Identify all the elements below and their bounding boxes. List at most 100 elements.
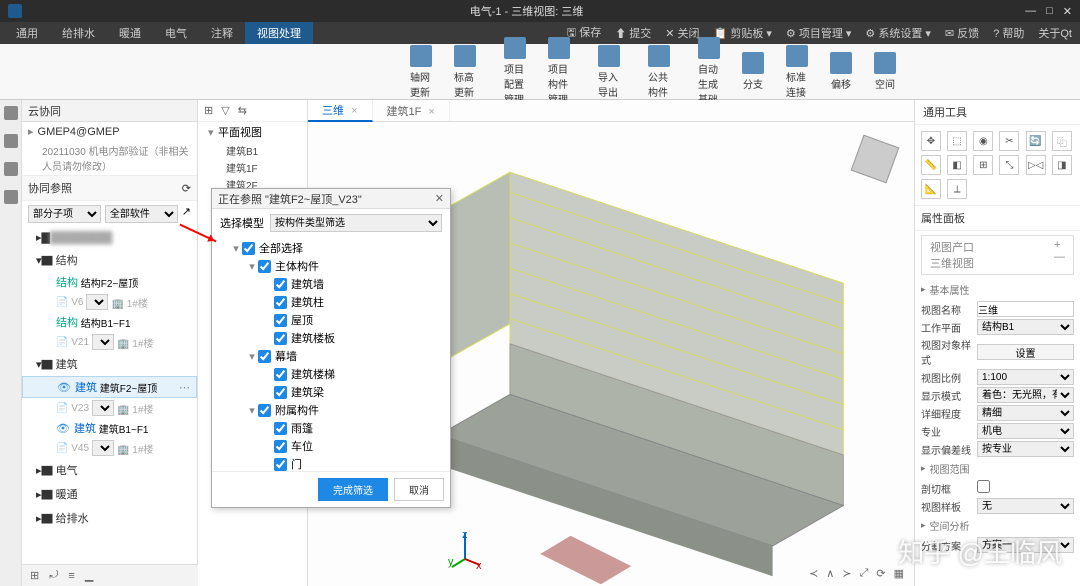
filter-software-select[interactable]: 全部软件 [105, 205, 178, 223]
dlg-item-0-0[interactable]: 建筑墙 [218, 275, 444, 293]
status-icon-2[interactable]: ⤾ [49, 569, 58, 582]
dlg-item-0-3[interactable]: 建筑楼板 [218, 329, 444, 347]
filter-scope-select[interactable]: 部分子项 [28, 205, 101, 223]
ribbon-pub[interactable]: 公共构件 [638, 43, 680, 101]
mid-leaf-0[interactable]: 建筑B1 [198, 142, 307, 159]
ribbon-link[interactable]: 标准连接 [776, 43, 818, 101]
prop-minus[interactable]: — [1054, 251, 1065, 263]
tree-item-0-0[interactable]: 结构 结构F2~屋顶 [22, 272, 197, 292]
ribbon-space[interactable]: 空间 [864, 50, 906, 93]
dlg-item-1-1[interactable]: 建筑梁 [218, 383, 444, 401]
tool-btn-3[interactable]: ✂ [999, 131, 1019, 151]
ribbon-cfg[interactable]: 项目配置管理 [494, 35, 536, 108]
prop-视图对象样式[interactable]: 设置 [977, 344, 1074, 360]
dlg-group-1[interactable]: ▾幕墙 [218, 347, 444, 365]
menu-tab-5[interactable]: 视图处理 [245, 22, 313, 44]
nav-grid-icon[interactable]: ▦ [894, 567, 904, 580]
tab-close-icon[interactable]: × [351, 105, 357, 117]
ribbon-comp[interactable]: 项目构件管理 [538, 35, 580, 108]
minimize-button[interactable]: — [1025, 5, 1036, 18]
tree-group-top[interactable]: ▸ ▇ ████████ [22, 227, 197, 248]
menu-tab-0[interactable]: 通用 [4, 22, 50, 44]
about-button[interactable]: 关于Qt [1034, 25, 1076, 41]
prop-显示模式[interactable]: 着色：无光照，有材质 [977, 387, 1074, 403]
project-menu[interactable]: ⚙ 项目管理 ▾ [782, 25, 856, 41]
prop-视图样板[interactable]: 无 [977, 498, 1074, 514]
eye-icon[interactable]: 👁 [57, 381, 71, 394]
prop-group[interactable]: 基本属性 [915, 279, 1080, 300]
rail-icon-layers[interactable] [4, 162, 18, 176]
tool-btn-8[interactable]: ⊞ [973, 155, 993, 175]
nav-prev-icon[interactable]: ≺ [809, 567, 818, 580]
ref-refresh-icon[interactable]: ⟳ [182, 182, 191, 195]
rail-icon-doc[interactable] [4, 134, 18, 148]
tool-btn-9[interactable]: ⤡ [999, 155, 1019, 175]
prop-专业[interactable]: 机电 [977, 423, 1074, 439]
status-icon-3[interactable]: ≡ [68, 570, 74, 582]
dlg-group-2[interactable]: ▾附属构件 [218, 401, 444, 419]
tool-btn-10[interactable]: ▷◁ [1026, 155, 1046, 175]
prop-详细程度[interactable]: 精细 [977, 405, 1074, 421]
mid-leaf-1[interactable]: 建筑1F [198, 159, 307, 176]
nav-next-icon[interactable]: ≻ [842, 567, 851, 580]
tree-folded-1[interactable]: ▸ ▇ 暖通 [22, 482, 197, 506]
expand-icon[interactable]: ↗ [182, 205, 191, 223]
ribbon-io[interactable]: 导入导出 [588, 43, 630, 101]
tree-item-1-0[interactable]: 👁建筑 建筑F2~屋顶 ⋯ [22, 376, 197, 398]
item-more-icon[interactable]: ⋯ [179, 381, 190, 394]
prop-plus[interactable]: + [1054, 239, 1065, 251]
system-menu[interactable]: ⚙ 系统设置 ▾ [861, 25, 935, 41]
rail-icon-home[interactable] [4, 106, 18, 120]
feedback-button[interactable]: ✉ 反馈 [941, 25, 983, 41]
tool-btn-2[interactable]: ◉ [973, 131, 993, 151]
prop-group[interactable]: 空间分析 [915, 515, 1080, 536]
tool-btn-5[interactable]: ⿻ [1052, 131, 1072, 151]
mid-funnel-icon[interactable]: ▽ [221, 104, 229, 117]
mid-filter-icon[interactable]: ⊞ [204, 104, 213, 117]
tool-btn-13[interactable]: ⟂ [947, 179, 967, 199]
dlg-item-2-1[interactable]: 车位 [218, 437, 444, 455]
prop-工作平面[interactable]: 结构B1 [977, 319, 1074, 335]
dlg-item-0-2[interactable]: 屋顶 [218, 311, 444, 329]
tree-item-0-1[interactable]: 结构 结构B1~F1 [22, 312, 197, 332]
ribbon-split[interactable]: 分支 [732, 50, 774, 93]
prop-剖切框[interactable] [977, 480, 990, 493]
dlg-item-2-2[interactable]: 门 [218, 455, 444, 471]
prop-视图比例[interactable]: 1:100 [977, 369, 1074, 385]
tool-btn-7[interactable]: ◧ [947, 155, 967, 175]
view-tab-1[interactable]: 建筑1F × [373, 101, 450, 121]
menu-tab-2[interactable]: 暖通 [107, 22, 153, 44]
prop-显示偏差线[interactable]: 按专业 [977, 441, 1074, 457]
tool-btn-1[interactable]: ⬚ [947, 131, 967, 151]
dlg-item-1-0[interactable]: 建筑楼梯 [218, 365, 444, 383]
tree-group-1[interactable]: ▾ ▇ 建筑 [22, 352, 197, 376]
tool-btn-11[interactable]: ◨ [1052, 155, 1072, 175]
tool-btn-4[interactable]: 🔄 [1026, 131, 1046, 151]
dlg-group-0[interactable]: ▾主体构件 [218, 257, 444, 275]
dialog-close-icon[interactable]: ✕ [435, 192, 444, 205]
status-icon-1[interactable]: ⊞ [30, 569, 39, 582]
mid-toggle-icon[interactable]: ⇆ [238, 104, 247, 117]
eye-icon[interactable]: 👁 [56, 422, 70, 435]
view-tab-0[interactable]: 三维 × [308, 100, 373, 122]
project-row[interactable]: ▸GMEP4@GMEP [22, 122, 197, 141]
menu-tab-1[interactable]: 给排水 [50, 22, 107, 44]
tree-folded-2[interactable]: ▸ ▇ 给排水 [22, 506, 197, 530]
prop-分割方案[interactable]: 方案一 [977, 537, 1074, 553]
menu-tab-3[interactable]: 电气 [153, 22, 199, 44]
close-button[interactable]: ✕ [1063, 5, 1072, 18]
help-button[interactable]: ? 帮助 [989, 25, 1028, 41]
ribbon-off[interactable]: 偏移 [820, 50, 862, 93]
tool-btn-0[interactable]: ✥ [921, 131, 941, 151]
dialog-cancel-button[interactable]: 取消 [394, 478, 444, 501]
menu-tab-4[interactable]: 注释 [199, 22, 245, 44]
nav-refresh-icon[interactable]: ⟳ [876, 567, 885, 580]
dlg-item-2-0[interactable]: 雨篷 [218, 419, 444, 437]
prop-group[interactable]: 视图范围 [915, 458, 1080, 479]
status-icon-4[interactable]: ▁ [85, 569, 93, 582]
tree-item-1-1[interactable]: 👁建筑 建筑B1~F1 [22, 418, 197, 438]
ribbon-elev[interactable]: 标高更新 [444, 43, 486, 101]
dlg-item-0-1[interactable]: 建筑柱 [218, 293, 444, 311]
ribbon-grid[interactable]: 轴网更新 [400, 43, 442, 101]
mid-root[interactable]: ▾平面视图 [198, 122, 307, 142]
